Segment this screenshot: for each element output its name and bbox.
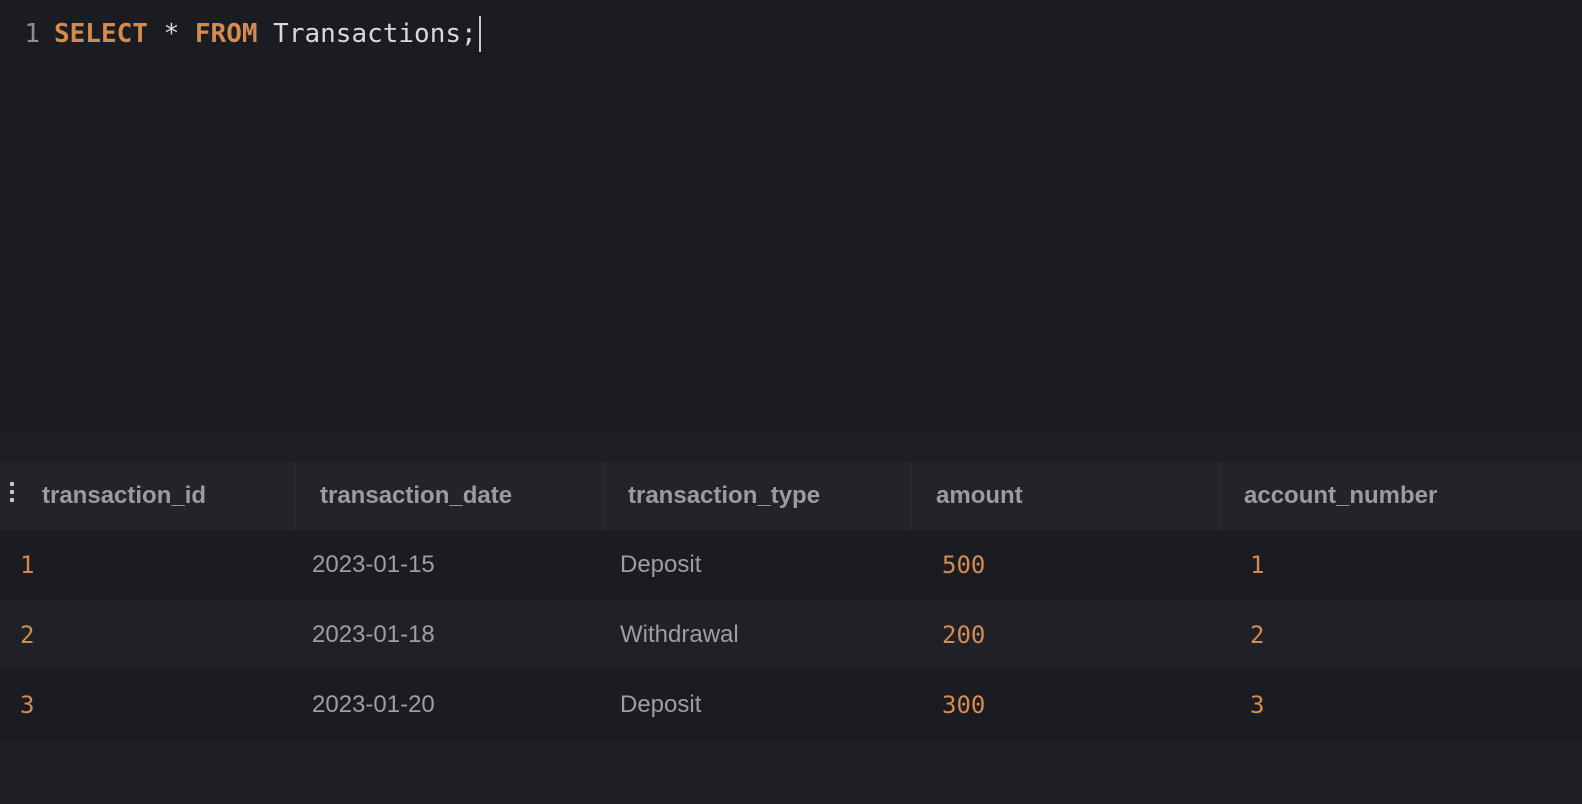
column-header-account-number[interactable]: account_number xyxy=(1220,462,1582,530)
cell-account-number[interactable]: 2 xyxy=(1220,600,1582,670)
cell-account-number[interactable]: 1 xyxy=(1220,530,1582,600)
cell-transaction-type[interactable]: Deposit xyxy=(604,670,912,740)
cell-transaction-type[interactable]: Deposit xyxy=(604,530,912,600)
asterisk-operator: * xyxy=(163,19,180,49)
keyword-select: SELECT xyxy=(54,19,148,49)
sql-editor[interactable]: 1 SELECT * FROM Transactions; xyxy=(0,0,1582,430)
text-cursor xyxy=(478,16,481,52)
cell-transaction-id[interactable]: 3 xyxy=(0,670,296,740)
table-identifier: Transactions; xyxy=(273,19,477,49)
keyword-from: FROM xyxy=(194,19,258,49)
cell-amount[interactable]: 200 xyxy=(912,600,1220,670)
cell-amount[interactable]: 500 xyxy=(912,530,1220,600)
table-row[interactable]: 3 2023-01-20 Deposit 300 3 xyxy=(0,670,1582,740)
column-header-transaction-id[interactable]: transaction_id xyxy=(0,462,296,530)
code-line-1[interactable]: 1 SELECT * FROM Transactions; xyxy=(0,14,481,54)
cell-transaction-date[interactable]: 2023-01-18 xyxy=(296,600,604,670)
cell-transaction-date[interactable]: 2023-01-15 xyxy=(296,530,604,600)
results-header-row: transaction_id transaction_date transact… xyxy=(0,462,1582,530)
line-number: 1 xyxy=(24,19,40,49)
cell-amount[interactable]: 300 xyxy=(912,670,1220,740)
vertical-dots-icon[interactable] xyxy=(8,482,16,502)
cell-account-number[interactable]: 3 xyxy=(1220,670,1582,740)
table-row[interactable]: 2 2023-01-18 Withdrawal 200 2 xyxy=(0,600,1582,670)
cell-transaction-date[interactable]: 2023-01-20 xyxy=(296,670,604,740)
results-grid: transaction_id transaction_date transact… xyxy=(0,430,1582,804)
column-header-amount[interactable]: amount xyxy=(912,462,1220,530)
column-header-transaction-date[interactable]: transaction_date xyxy=(296,462,604,530)
cell-transaction-type[interactable]: Withdrawal xyxy=(604,600,912,670)
column-header-transaction-type[interactable]: transaction_type xyxy=(604,462,912,530)
cell-transaction-id[interactable]: 2 xyxy=(0,600,296,670)
table-row[interactable]: 1 2023-01-15 Deposit 500 1 xyxy=(0,530,1582,600)
cell-transaction-id[interactable]: 1 xyxy=(0,530,296,600)
